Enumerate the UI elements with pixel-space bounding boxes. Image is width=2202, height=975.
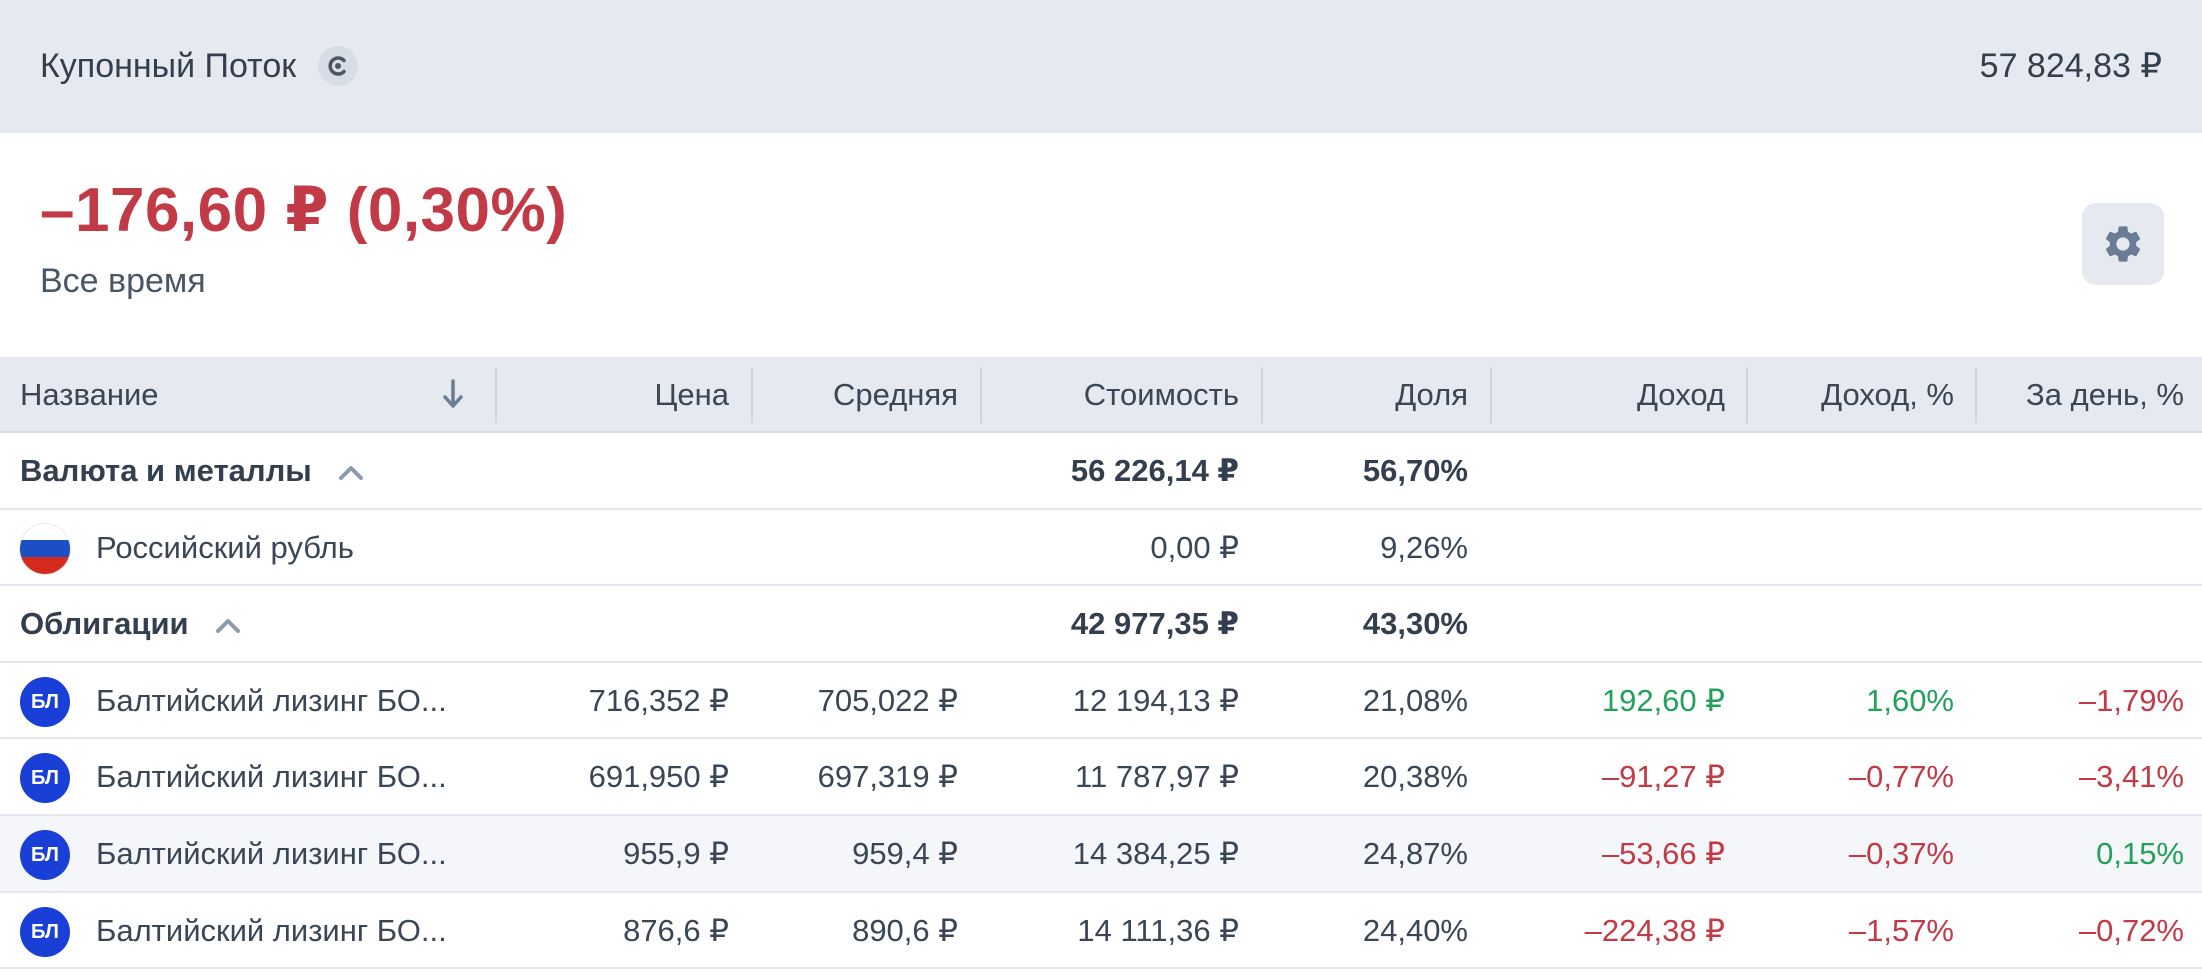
column-divider[interactable] (1975, 367, 1977, 423)
asset-price: 876,6 ₽ (623, 912, 729, 948)
issuer-logo-icon: БЛ (20, 906, 70, 957)
column-header-cost[interactable]: Стоимость (1084, 357, 1239, 433)
group-cost: 56 226,14 ₽ (1070, 453, 1239, 488)
chevron-up-icon[interactable] (336, 463, 366, 483)
asset-income: –91,27 ₽ (1601, 759, 1725, 795)
asset-name: Балтийский лизинг БО... (96, 759, 447, 795)
portfolio-selector[interactable]: Купонный Поток (40, 46, 359, 86)
asset-avg-price: 959,4 ₽ (852, 835, 958, 871)
asset-name: Балтийский лизинг БО... (96, 835, 447, 871)
profit-value: –176,60 ₽ (0,30%) (40, 176, 568, 245)
asset-name: Балтийский лизинг БО... (96, 912, 447, 948)
asset-income: 192,60 ₽ (1601, 682, 1725, 718)
column-divider[interactable] (1490, 367, 1492, 423)
asset-day-change: –1,79% (2078, 682, 2184, 718)
group-cost: 42 977,35 ₽ (1070, 606, 1239, 642)
group-label: Валюта и металлы (20, 433, 366, 509)
group-share: 43,30% (1362, 606, 1468, 642)
column-divider[interactable] (751, 367, 753, 423)
chevron-up-icon[interactable] (213, 616, 243, 636)
summary-panel: –176,60 ₽ (0,30%) Все время (0, 133, 2202, 357)
column-header-income-pct[interactable]: Доход, % (1821, 357, 1954, 433)
table-row[interactable]: БЛ Балтийский лизинг БО... 955,9 ₽ 959,4… (0, 815, 2202, 893)
asset-price: 716,352 ₽ (588, 682, 729, 718)
asset-cost: 11 787,97 ₽ (1075, 759, 1239, 795)
issuer-logo-icon: БЛ (20, 829, 70, 880)
asset-name: Балтийский лизинг БО... (96, 682, 447, 718)
asset-day-change: 0,15% (2096, 835, 2184, 871)
asset-cost: 14 384,25 ₽ (1072, 835, 1239, 871)
portfolio-total-value: 57 824,83 ₽ (1979, 47, 2162, 85)
column-header-name[interactable]: Название (20, 357, 159, 433)
top-bar: Купонный Поток 57 824,83 ₽ (0, 0, 2202, 133)
table-row[interactable]: Российский рубль 0,00 ₽ 9,26% (0, 509, 2202, 587)
positions-table: Название Цена Средняя Стоимость Доля Дох… (0, 357, 2202, 970)
asset-avg-price: 890,6 ₽ (852, 912, 958, 948)
russia-flag-icon (20, 523, 70, 574)
table-header: Название Цена Средняя Стоимость Доля Дох… (0, 357, 2202, 433)
column-divider[interactable] (1746, 367, 1748, 423)
c-icon (318, 46, 359, 86)
column-divider[interactable] (495, 367, 497, 423)
group-row-bonds[interactable]: Облигации 42 977,35 ₽ 43,30% (0, 586, 2202, 663)
asset-avg-price: 705,022 ₽ (817, 682, 958, 718)
column-divider[interactable] (980, 367, 982, 423)
group-share: 56,70% (1362, 453, 1468, 488)
sort-down-icon[interactable] (440, 377, 466, 413)
asset-day-change: –3,41% (2078, 759, 2184, 795)
portfolio-name: Купонный Поток (40, 47, 297, 85)
asset-share: 24,87% (1362, 835, 1468, 871)
asset-share: 21,08% (1362, 682, 1468, 718)
column-header-avg[interactable]: Средняя (833, 357, 958, 433)
asset-cost: 14 111,36 ₽ (1077, 912, 1239, 948)
column-divider[interactable] (1261, 367, 1263, 423)
table-row[interactable]: БЛ Балтийский лизинг БО... 716,352 ₽ 705… (0, 662, 2202, 740)
column-header-share[interactable]: Доля (1395, 357, 1468, 433)
group-label: Облигации (20, 586, 243, 662)
issuer-logo-icon: БЛ (20, 676, 70, 727)
asset-income: –53,66 ₽ (1601, 835, 1725, 871)
asset-avg-price: 697,319 ₽ (817, 759, 958, 795)
asset-price: 691,950 ₽ (588, 759, 729, 795)
issuer-logo-icon: БЛ (20, 753, 70, 804)
asset-income: –224,38 ₽ (1584, 912, 1725, 948)
asset-share: 20,38% (1362, 759, 1468, 795)
period-selector[interactable]: Все время (40, 261, 206, 301)
asset-day-change: –0,72% (2078, 912, 2184, 948)
settings-button[interactable] (2082, 203, 2164, 285)
asset-income-pct: –0,77% (1848, 759, 1954, 795)
asset-cost: 12 194,13 ₽ (1072, 682, 1239, 718)
asset-income-pct: –1,57% (1848, 912, 1954, 948)
asset-cost: 0,00 ₽ (1150, 529, 1239, 565)
asset-income-pct: 1,60% (1866, 682, 1954, 718)
table-row[interactable]: БЛ Балтийский лизинг БО... 876,6 ₽ 890,6… (0, 892, 2202, 970)
table-row[interactable]: БЛ Балтийский лизинг БО... 691,950 ₽ 697… (0, 739, 2202, 816)
column-header-day-change[interactable]: За день, % (2026, 357, 2184, 433)
asset-income-pct: –0,37% (1848, 835, 1954, 871)
group-row-currency[interactable]: Валюта и металлы 56 226,14 ₽ 56,70% (0, 433, 2202, 510)
asset-price: 955,9 ₽ (623, 835, 729, 871)
column-header-price[interactable]: Цена (654, 357, 729, 433)
asset-share: 9,26% (1380, 529, 1468, 565)
column-header-income[interactable]: Доход (1637, 357, 1725, 433)
gear-icon (2105, 226, 2141, 262)
asset-name: Российский рубль (96, 529, 354, 565)
asset-share: 24,40% (1362, 912, 1468, 948)
